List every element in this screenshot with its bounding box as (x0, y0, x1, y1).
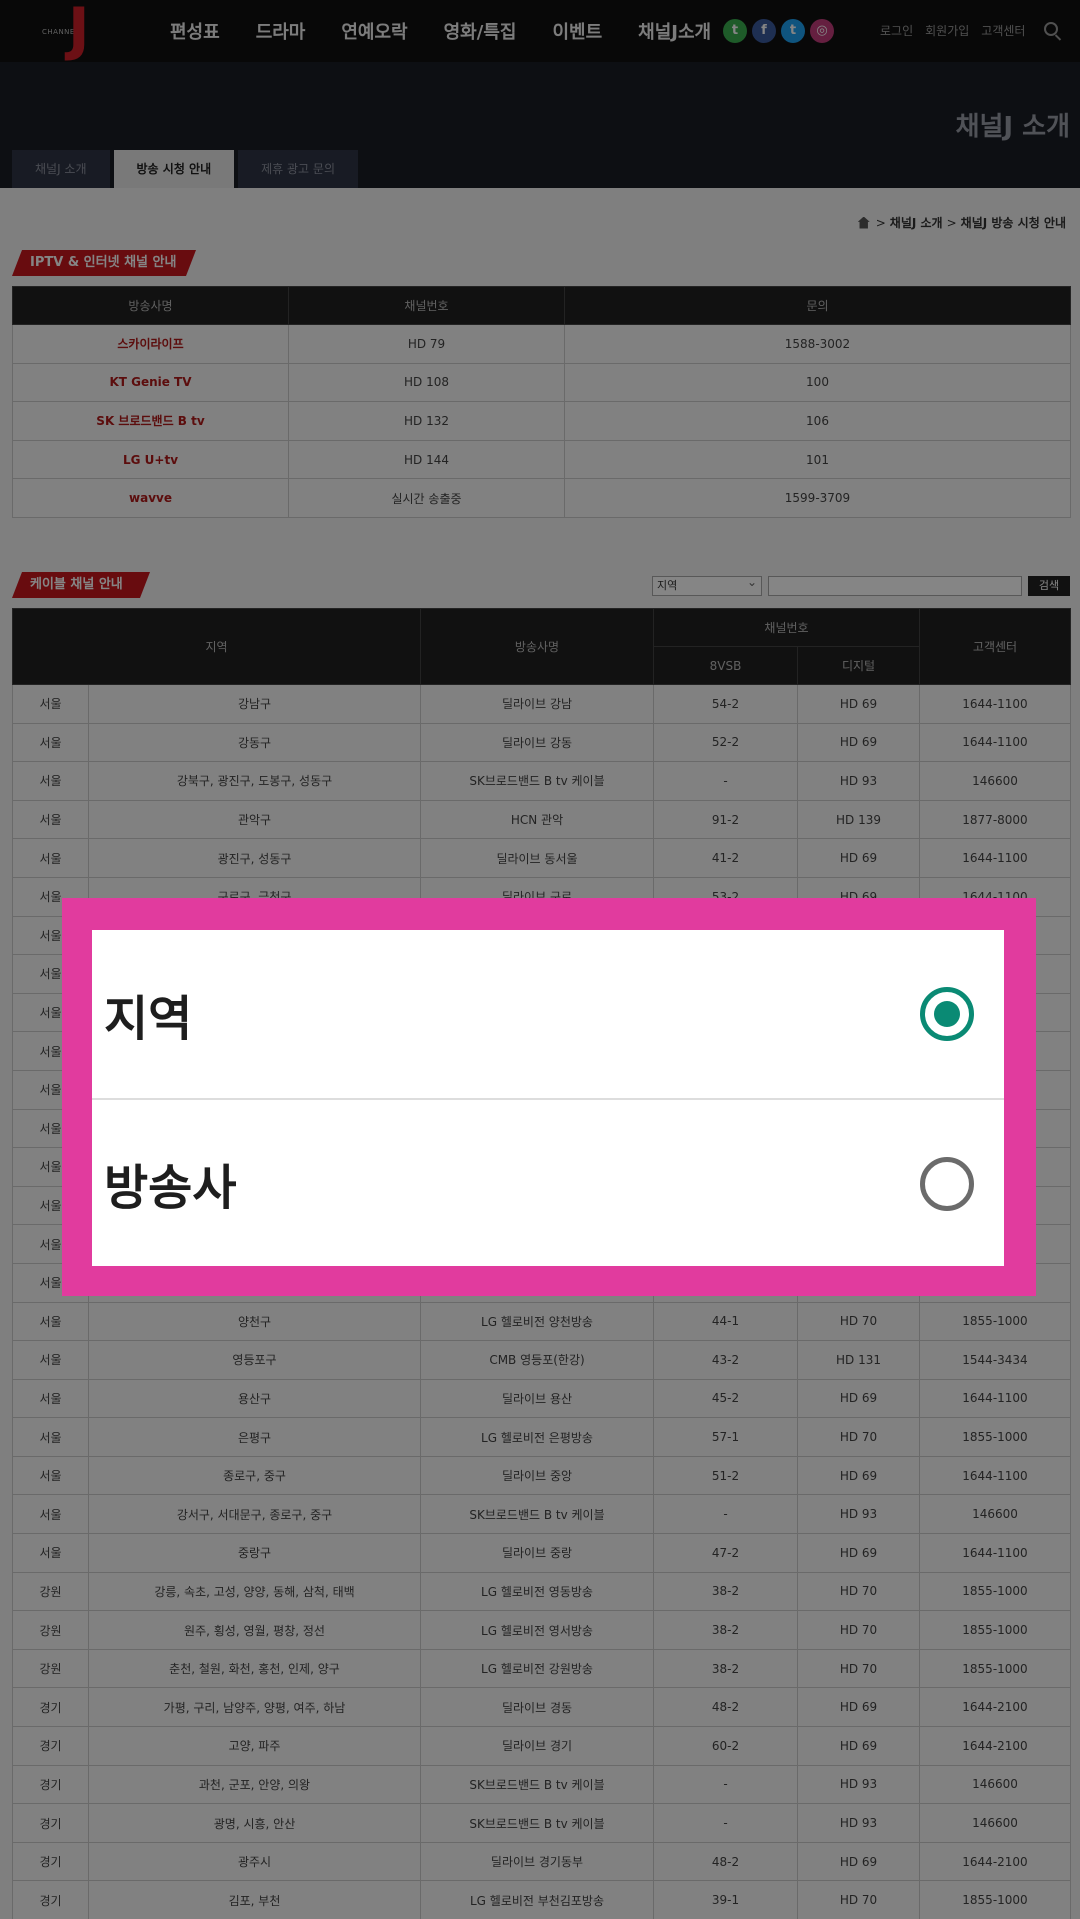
option-region[interactable]: 지역 (92, 930, 1004, 1098)
search-type-dialog: 지역 방송사 (62, 898, 1036, 1296)
radio-selected-icon[interactable] (920, 987, 974, 1041)
option-broadcaster[interactable]: 방송사 (92, 1098, 1004, 1266)
radio-unselected-icon[interactable] (920, 1157, 974, 1211)
options-list: 지역 방송사 (92, 930, 1004, 1266)
option-label: 지역 (104, 991, 193, 1047)
option-label: 방송사 (104, 1160, 237, 1216)
